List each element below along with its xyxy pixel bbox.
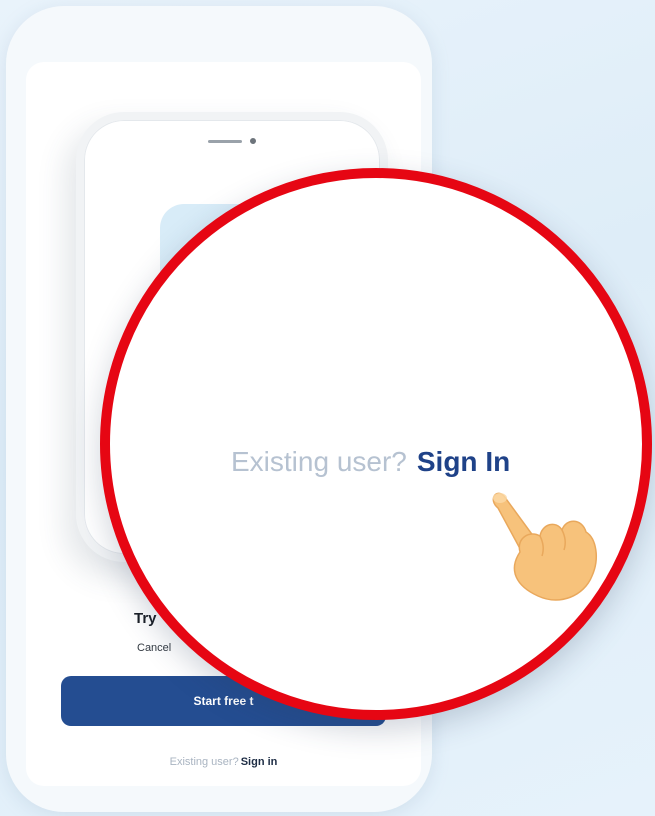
zoomed-existing-user-row: Existing user? Sign In	[231, 446, 510, 478]
start-free-trial-label: Start free t	[193, 694, 254, 708]
existing-user-text: Existing user?	[169, 756, 239, 768]
phone-camera-icon	[250, 138, 256, 144]
trial-title: Try	[134, 610, 157, 627]
phone-speaker-icon	[208, 140, 242, 143]
existing-user-row: Existing user? Sign in	[26, 756, 421, 768]
zoomed-existing-user-text: Existing user?	[231, 446, 407, 477]
trial-subtitle: Cancel	[137, 642, 172, 654]
pointing-hand-icon	[492, 492, 598, 601]
zoom-callout: Existing user? Sign In	[100, 168, 652, 720]
sign-in-link[interactable]: Sign in	[241, 756, 278, 768]
zoomed-sign-in-link[interactable]: Sign In	[417, 446, 510, 477]
